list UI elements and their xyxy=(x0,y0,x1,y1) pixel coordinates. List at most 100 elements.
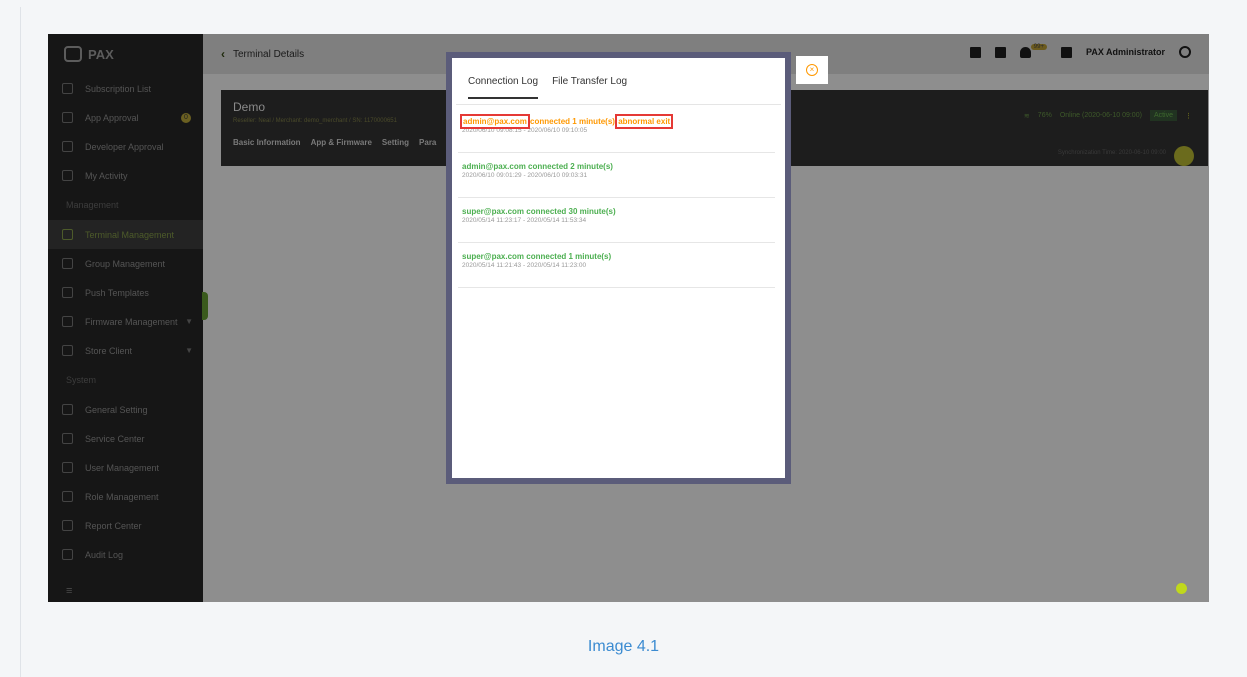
sidebar-item-label: My Activity xyxy=(85,170,128,181)
list-icon xyxy=(62,83,73,94)
sidebar-item-audit-log[interactable]: Audit Log xyxy=(48,540,203,569)
sidebar-item-label: Firmware Management xyxy=(85,316,178,327)
back-arrow-icon[interactable]: ‹ xyxy=(221,47,225,61)
sidebar-item-developer-approval[interactable]: Developer Approval xyxy=(48,132,203,161)
section-title-management: Management xyxy=(66,200,119,210)
sidebar-item-firmware-management[interactable]: Firmware Management ▼ xyxy=(48,307,203,336)
log-line: super@pax.com connected 30 minute(s) xyxy=(462,207,771,216)
sidebar-collapse-handle[interactable] xyxy=(202,292,208,320)
log-time: 2020/05/14 11:21:43 - 2020/05/14 11:23:0… xyxy=(462,262,587,269)
sidebar-item-report-center[interactable]: Report Center xyxy=(48,511,203,540)
tab-app-firmware[interactable]: App & Firmware xyxy=(311,138,372,147)
log-action: connected 30 minute(s) xyxy=(524,207,616,216)
log-action: connected 1 minute(s) xyxy=(527,117,618,126)
list-item: admin@pax.com connected 2 minute(s) 2020… xyxy=(458,153,775,198)
sidebar-item-label: Service Center xyxy=(85,433,145,444)
sidebar-item-general-setting[interactable]: General Setting xyxy=(48,395,203,424)
report-icon xyxy=(62,520,73,531)
sidebar-item-subscription-list[interactable]: Subscription List xyxy=(48,74,203,103)
chevron-down-icon: ▼ xyxy=(185,346,193,355)
terminal-name: Demo xyxy=(233,100,266,114)
wifi-icon: ≋ xyxy=(1023,112,1030,120)
logo[interactable]: PAX xyxy=(48,34,203,74)
globe-icon[interactable] xyxy=(1179,46,1191,58)
close-icon: × xyxy=(806,64,818,76)
bell-icon[interactable] xyxy=(1019,46,1031,58)
status-badge: Active xyxy=(1149,110,1177,121)
tab-basic-information[interactable]: Basic Information xyxy=(233,138,301,147)
log-line: admin@pax.com connected 1 minute(s) abno… xyxy=(460,114,771,129)
sidebar-item-push-templates[interactable]: Push Templates xyxy=(48,278,203,307)
app-screenshot: PAX Subscription List App Approval 0 Dev… xyxy=(48,34,1209,602)
apps-icon xyxy=(62,112,73,123)
sidebar-item-service-center[interactable]: Service Center xyxy=(48,424,203,453)
chevron-down-icon: ▼ xyxy=(185,317,193,326)
tab-file-transfer-log[interactable]: File Transfer Log xyxy=(552,76,627,99)
template-icon xyxy=(62,287,73,298)
log-user: admin@pax.com xyxy=(460,114,530,129)
log-time: 2020/06/10 09:08:15 - 2020/06/10 09:10:0… xyxy=(462,127,588,134)
logo-text: PAX xyxy=(88,46,114,62)
close-modal-button[interactable]: × xyxy=(796,56,828,84)
sidebar-item-user-management[interactable]: User Management xyxy=(48,453,203,482)
log-line: super@pax.com connected 1 minute(s) xyxy=(462,252,771,261)
sync-icon[interactable] xyxy=(1174,146,1194,166)
sidebar-item-label: Developer Approval xyxy=(85,141,164,152)
section-title-system: System xyxy=(66,375,97,385)
sidebar-item-label: Push Templates xyxy=(85,287,149,298)
floating-help-icon[interactable] xyxy=(1176,583,1187,594)
users-icon xyxy=(62,141,73,152)
sidebar-item-group-management[interactable]: Group Management xyxy=(48,249,203,278)
terminal-icon xyxy=(62,229,73,240)
role-icon xyxy=(62,491,73,502)
group-icon xyxy=(62,258,73,269)
connection-log-list: admin@pax.com connected 1 minute(s) abno… xyxy=(458,108,775,288)
log-user: admin@pax.com xyxy=(462,162,526,171)
battery-level: 76% xyxy=(1037,112,1052,119)
modal-tabs: Connection Log File Transfer Log xyxy=(468,76,627,99)
sidebar-item-label: Audit Log xyxy=(85,549,124,560)
log-modal: Connection Log File Transfer Log admin@p… xyxy=(452,58,785,478)
log-line: admin@pax.com connected 2 minute(s) xyxy=(462,162,771,171)
tab-setting[interactable]: Setting xyxy=(382,138,409,147)
dollar-icon[interactable] xyxy=(969,46,981,58)
sidebar-item-label: User Management xyxy=(85,462,160,473)
log-time: 2020/06/10 09:01:29 - 2020/06/10 09:03:3… xyxy=(462,172,588,179)
log-action: connected 2 minute(s) xyxy=(525,162,613,171)
sync-time: Synchronization Time: 2020-06-10 09:00 xyxy=(1057,150,1166,156)
pax-logo-icon xyxy=(64,46,82,62)
more-options-icon[interactable]: ⋮ xyxy=(1185,112,1192,120)
grid-icon[interactable] xyxy=(1060,46,1072,58)
store-icon xyxy=(62,345,73,356)
online-status: Online (2020-06-10 09:00) xyxy=(1059,112,1142,119)
sidebar-item-store-client[interactable]: Store Client ▼ xyxy=(48,336,203,365)
sidebar-item-app-approval[interactable]: App Approval 0 xyxy=(48,103,203,132)
page-title: Terminal Details xyxy=(233,48,305,60)
sidebar-item-label: Role Management xyxy=(85,491,159,502)
sidebar-item-label: Report Center xyxy=(85,520,142,531)
list-item: admin@pax.com connected 1 minute(s) abno… xyxy=(458,108,775,153)
list-item: super@pax.com connected 1 minute(s) 2020… xyxy=(458,243,775,288)
log-user: super@pax.com xyxy=(462,252,525,261)
tab-parameters[interactable]: Para xyxy=(419,138,436,147)
terminal-tabs: Basic Information App & Firmware Setting… xyxy=(233,138,436,147)
sidebar-item-my-activity[interactable]: My Activity xyxy=(48,161,203,190)
sidebar-item-role-management[interactable]: Role Management xyxy=(48,482,203,511)
modal-overlay-frame: Connection Log File Transfer Log admin@p… xyxy=(446,52,791,484)
abnormal-exit-tag: abnormal exit xyxy=(615,114,674,129)
image-caption: Image 4.1 xyxy=(587,638,660,655)
list-item: super@pax.com connected 30 minute(s) 202… xyxy=(458,198,775,243)
collapse-menu-icon[interactable]: ≡ xyxy=(48,582,203,602)
document-icon[interactable] xyxy=(994,46,1006,58)
sidebar-item-terminal-management[interactable]: Terminal Management xyxy=(48,220,203,249)
log-action: connected 1 minute(s) xyxy=(524,252,612,261)
service-icon xyxy=(62,433,73,444)
user-menu[interactable]: PAX Administrator xyxy=(1086,47,1165,57)
sidebar-item-label: Subscription List xyxy=(85,83,152,94)
tab-connection-log[interactable]: Connection Log xyxy=(468,76,539,99)
user-icon xyxy=(62,462,73,473)
activity-icon xyxy=(62,170,73,181)
terminal-status: ≋ 76% Online (2020-06-10 09:00) Active ⋮ xyxy=(1024,110,1192,121)
terminal-meta: Reseller: Neal / Merchant: demo_merchant… xyxy=(233,118,397,124)
sidebar-item-label: General Setting xyxy=(85,404,148,415)
